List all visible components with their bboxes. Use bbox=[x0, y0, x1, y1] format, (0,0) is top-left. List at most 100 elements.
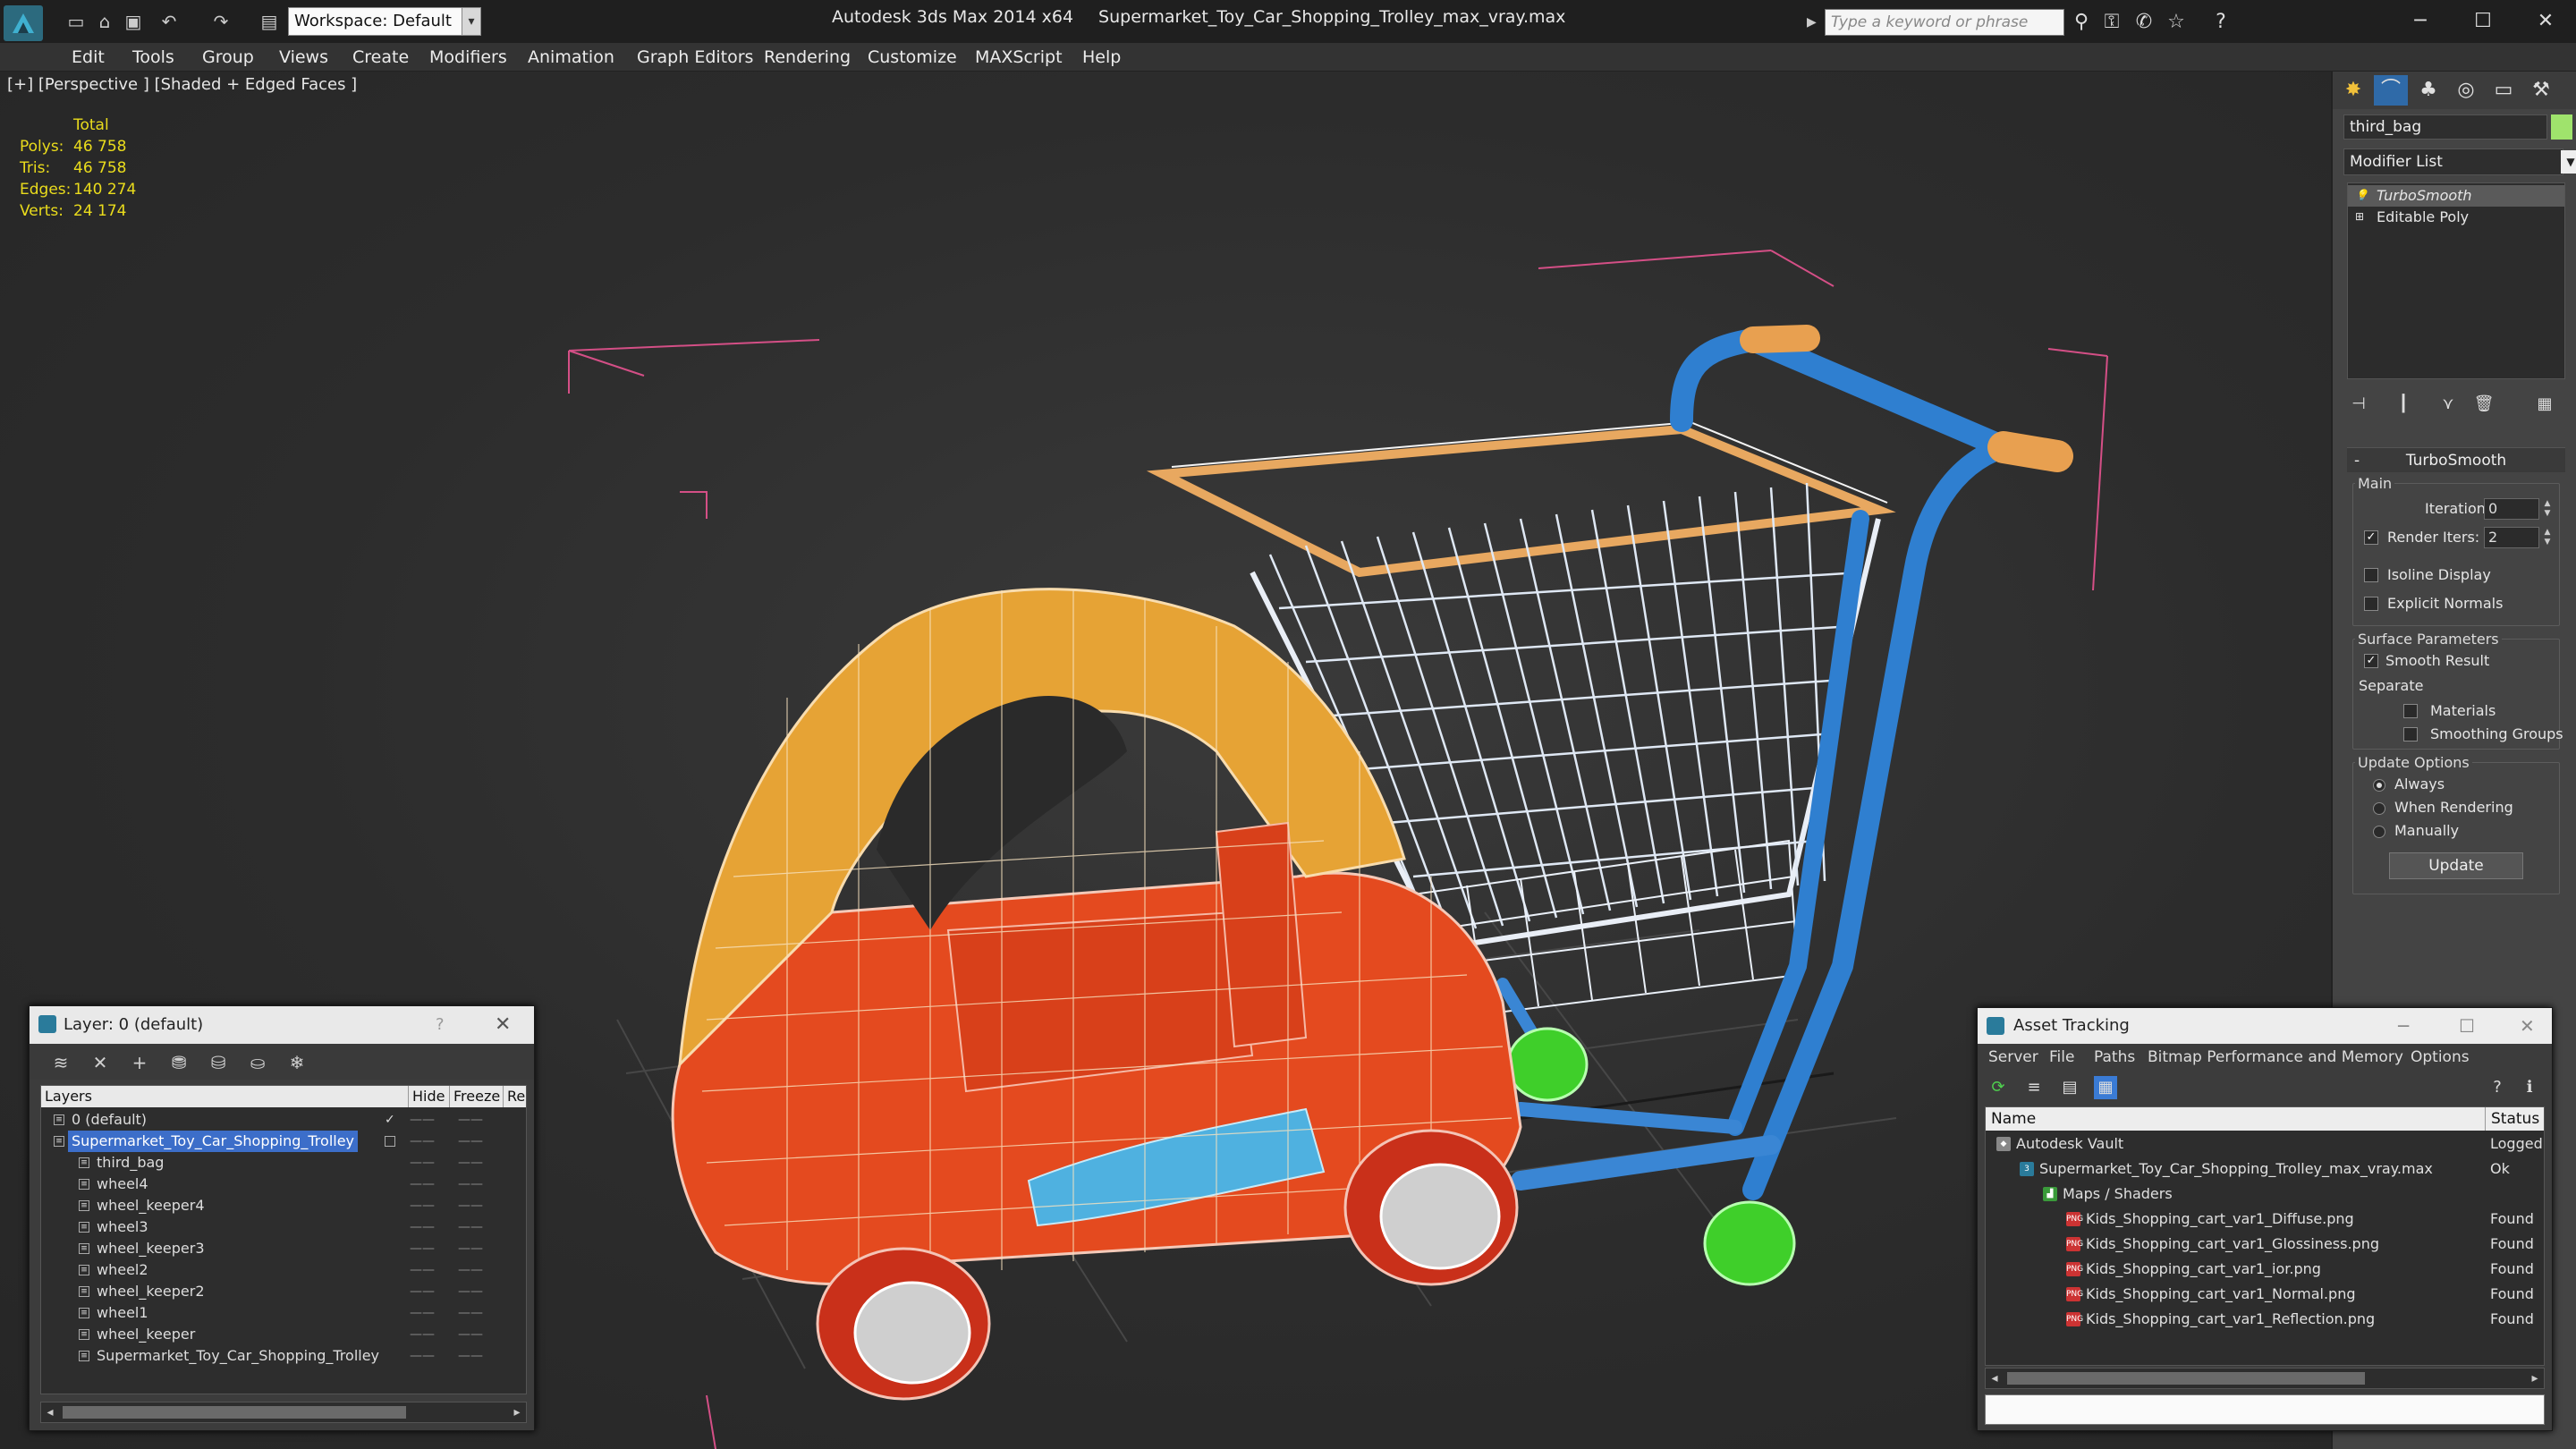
layer-name[interactable]: wheel_keeper4 bbox=[93, 1195, 208, 1216]
layer-name[interactable]: wheel4 bbox=[93, 1174, 152, 1195]
layer-name[interactable]: wheel_keeper2 bbox=[93, 1281, 208, 1302]
menu-server[interactable]: Server bbox=[1988, 1044, 2038, 1071]
modify-tab-icon[interactable]: ⌒ bbox=[2374, 75, 2408, 106]
favorites-star-icon[interactable]: ☆ bbox=[2163, 9, 2190, 36]
asset-row[interactable]: PNG Kids_Shopping_cart_var1_Glossiness.pn… bbox=[1986, 1233, 2544, 1256]
set-current-layer-icon[interactable] bbox=[385, 1136, 395, 1147]
new-file-icon[interactable]: ▭ bbox=[64, 10, 88, 33]
pin-stack-icon[interactable]: ⊣ bbox=[2343, 390, 2374, 419]
binoculars-icon[interactable]: ⚲ bbox=[2068, 9, 2095, 36]
hide-toggle[interactable]: —— bbox=[410, 1195, 435, 1216]
configure-modifier-sets-icon[interactable]: ▦ bbox=[2529, 390, 2560, 419]
layer-row[interactable]: ≡ wheel2 —— —— bbox=[41, 1259, 526, 1281]
layer-row[interactable]: ≡ wheel_keeper3 —— —— bbox=[41, 1238, 526, 1259]
column-freeze[interactable]: Freeze bbox=[449, 1086, 500, 1107]
menu-customize[interactable]: Customize bbox=[868, 43, 957, 72]
menu-file[interactable]: File bbox=[2049, 1044, 2074, 1071]
freeze-toggle[interactable]: —— bbox=[458, 1216, 483, 1238]
freeze-toggle[interactable]: —— bbox=[458, 1195, 483, 1216]
layer-name[interactable]: third_bag bbox=[93, 1152, 167, 1174]
update-button[interactable]: Update bbox=[2389, 852, 2523, 879]
iterations-spinner[interactable]: 0 ▲ ▼ bbox=[2484, 498, 2550, 520]
layer-row[interactable]: ≡ Supermarket_Toy_Car_Shopping_Trolley —— —… bbox=[41, 1345, 526, 1367]
menu-animation[interactable]: Animation bbox=[528, 43, 614, 72]
motion-tab-icon[interactable]: ◎ bbox=[2449, 75, 2483, 106]
render-iters-checkbox[interactable]: ✓ bbox=[2364, 530, 2378, 545]
menu-edit[interactable]: Edit bbox=[72, 43, 105, 72]
hide-toggle[interactable]: —— bbox=[410, 1238, 435, 1259]
layer-name[interactable]: wheel3 bbox=[93, 1216, 152, 1238]
menu-graph-editors[interactable]: Graph Editors bbox=[637, 43, 753, 72]
asset-row[interactable]: PNG Kids_Shopping_cart_var1_Normal.png Fou… bbox=[1986, 1283, 2544, 1306]
asset-row[interactable]: PNG Kids_Shopping_cart_var1_Diffuse.png Fo… bbox=[1986, 1208, 2544, 1231]
spinner-arrows-icon[interactable]: ▲ ▼ bbox=[2540, 528, 2555, 547]
hide-toggle[interactable]: —— bbox=[410, 1109, 435, 1131]
stack-item-turbosmooth[interactable]: 💡 TurboSmooth bbox=[2348, 185, 2564, 207]
scrollbar-thumb[interactable] bbox=[63, 1406, 406, 1419]
freeze-toggle[interactable]: —— bbox=[458, 1302, 483, 1324]
menu-modifiers[interactable]: Modifiers bbox=[429, 43, 507, 72]
modifier-list-dropdown[interactable]: Modifier List ▼ bbox=[2343, 148, 2576, 175]
layer-name[interactable]: wheel1 bbox=[93, 1302, 152, 1324]
asset-row[interactable]: ◆ Autodesk Vault Logged bbox=[1986, 1132, 2544, 1156]
scroll-right-icon[interactable]: ▸ bbox=[508, 1402, 526, 1422]
quick-access-dropdown[interactable]: ▾ bbox=[462, 7, 481, 36]
layer-name[interactable]: 0 (default) bbox=[68, 1109, 150, 1131]
layer-horizontal-scrollbar[interactable]: ◂ ▸ bbox=[40, 1402, 527, 1423]
close-button[interactable]: ✕ bbox=[2528, 5, 2563, 38]
make-unique-icon[interactable]: ⋎ bbox=[2433, 390, 2463, 419]
delete-layer-icon[interactable]: ✕ bbox=[87, 1051, 114, 1074]
hide-toggle[interactable]: —— bbox=[410, 1259, 435, 1281]
show-end-result-icon[interactable]: ┃ bbox=[2388, 390, 2419, 419]
asset-window-titlebar[interactable]: Asset Tracking ─ ☐ ✕ bbox=[1978, 1008, 2552, 1044]
freeze-toggle[interactable]: —— bbox=[458, 1238, 483, 1259]
menu-create[interactable]: Create bbox=[352, 43, 409, 72]
column-name[interactable]: Name bbox=[1991, 1107, 2036, 1131]
layer-row[interactable]: ≡ wheel1 —— —— bbox=[41, 1302, 526, 1324]
materials-checkbox[interactable] bbox=[2403, 704, 2418, 718]
menu-group[interactable]: Group bbox=[202, 43, 254, 72]
close-icon[interactable]: ✕ bbox=[495, 1006, 511, 1044]
scroll-left-icon[interactable]: ◂ bbox=[41, 1402, 59, 1422]
hide-toggle[interactable]: —— bbox=[410, 1131, 435, 1152]
column-layers[interactable]: Layers bbox=[41, 1086, 92, 1107]
manually-radio[interactable] bbox=[2373, 826, 2385, 838]
expand-plus-icon[interactable]: ⊞ bbox=[2355, 210, 2368, 223]
asset-path-field[interactable] bbox=[1985, 1394, 2545, 1425]
spinner-arrows-icon[interactable]: ▲ ▼ bbox=[2540, 499, 2555, 519]
menu-bitmap-performance[interactable]: Bitmap Performance and Memory bbox=[2148, 1044, 2403, 1071]
when-rendering-radio[interactable] bbox=[2373, 802, 2385, 815]
minimize-icon[interactable]: ─ bbox=[2398, 1008, 2409, 1044]
layer-row[interactable]: ≡ wheel4 —— —— bbox=[41, 1174, 526, 1195]
scroll-left-icon[interactable]: ◂ bbox=[1986, 1368, 2004, 1388]
freeze-toggle[interactable]: —— bbox=[458, 1324, 483, 1345]
subscription-icon[interactable]: ⚿ bbox=[2098, 9, 2125, 36]
maximize-button[interactable]: ☐ bbox=[2465, 5, 2501, 38]
current-layer-check-icon[interactable]: ✓ bbox=[385, 1109, 395, 1131]
asset-row[interactable]: PNG Kids_Shopping_cart_var1_ior.png Found bbox=[1986, 1258, 2544, 1281]
smoothing-groups-checkbox[interactable] bbox=[2403, 727, 2418, 741]
asset-row[interactable]: ▟ Maps / Shaders bbox=[1986, 1182, 2544, 1206]
create-layer-icon[interactable]: + bbox=[126, 1051, 153, 1074]
freeze-toggle[interactable]: —— bbox=[458, 1259, 483, 1281]
freeze-toggle[interactable]: —— bbox=[458, 1174, 483, 1195]
layer-properties-icon[interactable]: ≋ bbox=[47, 1051, 74, 1074]
layer-name[interactable]: Supermarket_Toy_Car_Shopping_Trolley bbox=[68, 1131, 359, 1152]
menu-tools[interactable]: Tools bbox=[132, 43, 174, 72]
layer-name[interactable]: Supermarket_Toy_Car_Shopping_Trolley bbox=[93, 1345, 383, 1367]
help-icon[interactable]: ? bbox=[436, 1006, 445, 1044]
menu-help[interactable]: Help bbox=[1082, 43, 1121, 72]
open-file-icon[interactable]: ⌂ bbox=[93, 10, 116, 33]
freeze-toggle[interactable]: —— bbox=[458, 1152, 483, 1174]
maximize-icon[interactable]: ☐ bbox=[2459, 1008, 2475, 1044]
column-status[interactable]: Status bbox=[2485, 1107, 2539, 1131]
display-tab-icon[interactable]: ▭ bbox=[2487, 75, 2521, 106]
create-tab-icon[interactable]: ✸ bbox=[2336, 75, 2370, 106]
object-name-field[interactable]: third_bag bbox=[2343, 114, 2547, 140]
hide-all-layers-icon[interactable]: ⛀ bbox=[244, 1051, 271, 1074]
freeze-all-layers-icon[interactable]: ❄ bbox=[284, 1051, 310, 1074]
stack-item-editable-poly[interactable]: ⊞ Editable Poly bbox=[2348, 207, 2564, 228]
menu-paths[interactable]: Paths bbox=[2094, 1044, 2135, 1071]
hide-toggle[interactable]: —— bbox=[410, 1152, 435, 1174]
scroll-right-icon[interactable]: ▸ bbox=[2526, 1368, 2544, 1388]
